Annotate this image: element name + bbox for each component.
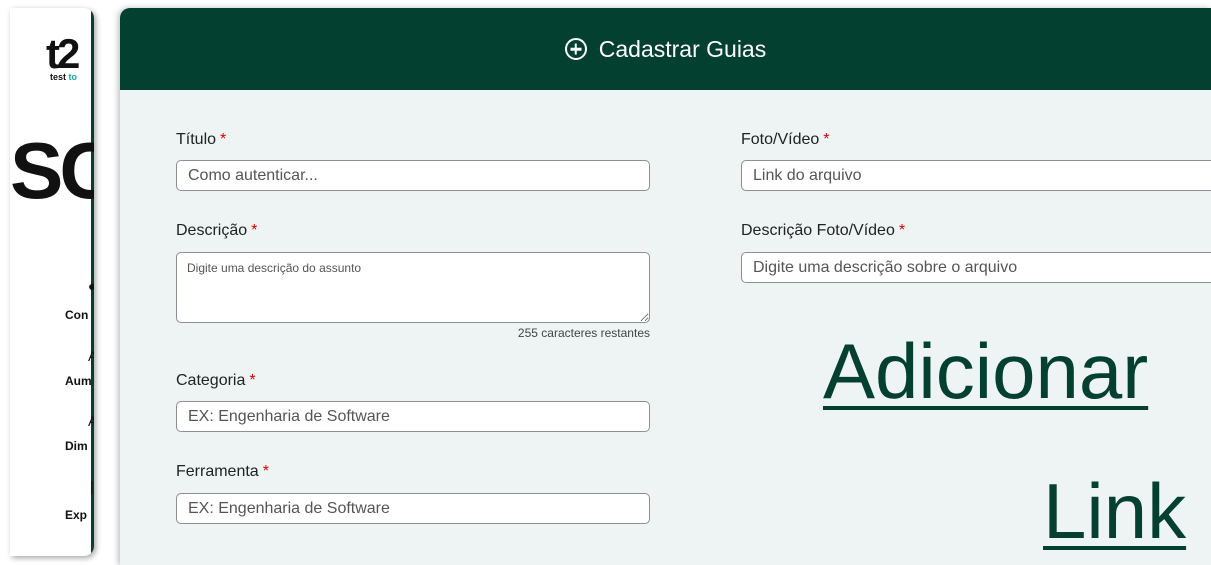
titulo-label: Título *: [176, 131, 226, 149]
sidebar-item-1-icon: ●: [88, 278, 94, 294]
logo-sub-1: test: [50, 72, 67, 82]
titulo-input[interactable]: [176, 160, 650, 191]
foto-video-label-text: Foto/Vídeo: [741, 131, 820, 148]
categoria-label-text: Categoria: [176, 372, 246, 389]
char-counter: 255 caracteres restantes: [517, 326, 650, 340]
sidebar-item-3-icon: A: [88, 413, 94, 429]
required-mark: *: [823, 131, 830, 148]
sidebar-big-heading: SC: [10, 126, 94, 215]
foto-video-input[interactable]: [741, 160, 1211, 191]
categoria-input[interactable]: [176, 401, 650, 432]
sidebar-item-1[interactable]: Con: [65, 308, 88, 322]
foto-video-label: Foto/Vídeo *: [741, 131, 830, 149]
logo-mark: t2: [46, 30, 80, 77]
add-link-button-line2[interactable]: Link: [1043, 466, 1186, 557]
ferramenta-input[interactable]: [176, 493, 650, 524]
descricao-foto-label-text: Descrição Foto/Vídeo: [741, 222, 895, 239]
required-mark: *: [898, 222, 906, 239]
descricao-label: Descrição *: [176, 222, 257, 240]
register-guide-modal: Cadastrar Guias Título* Descrição* 255 c…: [120, 8, 1211, 565]
descricao-foto-label: Descrição Foto/Vídeo *: [741, 222, 905, 240]
ferramenta-label-text: Ferramenta: [176, 463, 259, 480]
sidebar-item-4[interactable]: Exp: [65, 508, 87, 522]
app-logo: t2 test to: [46, 30, 94, 94]
required-mark: *: [220, 131, 227, 148]
titulo-label-text: Título: [176, 131, 217, 148]
sidebar-item-3[interactable]: Dim: [65, 439, 88, 453]
ferramenta-label: Ferramenta *: [176, 463, 269, 481]
categoria-label: Categoria *: [176, 372, 256, 390]
sidebar-item-2[interactable]: Aum: [65, 374, 92, 388]
sidebar-item-2-icon: A: [88, 348, 94, 364]
background-sidebar: t2 test to SC ● Con A Aum A Dim | Exp: [10, 8, 94, 556]
required-mark: *: [251, 222, 258, 239]
descricao-textarea[interactable]: [176, 252, 650, 323]
plus-circle-icon: [564, 38, 587, 60]
modal-header: Cadastrar Guias: [120, 8, 1211, 90]
add-link-button[interactable]: Adicionar: [823, 326, 1148, 417]
descricao-foto-input[interactable]: [741, 252, 1211, 283]
modal-title: Cadastrar Guias: [598, 35, 767, 62]
descricao-label-text: Descrição: [176, 222, 248, 239]
sidebar-item-4-icon: |: [90, 478, 94, 494]
logo-subtitle: test to: [50, 72, 94, 82]
required-mark: *: [249, 372, 256, 389]
required-mark: *: [262, 463, 269, 480]
logo-sub-2: to: [68, 72, 78, 82]
